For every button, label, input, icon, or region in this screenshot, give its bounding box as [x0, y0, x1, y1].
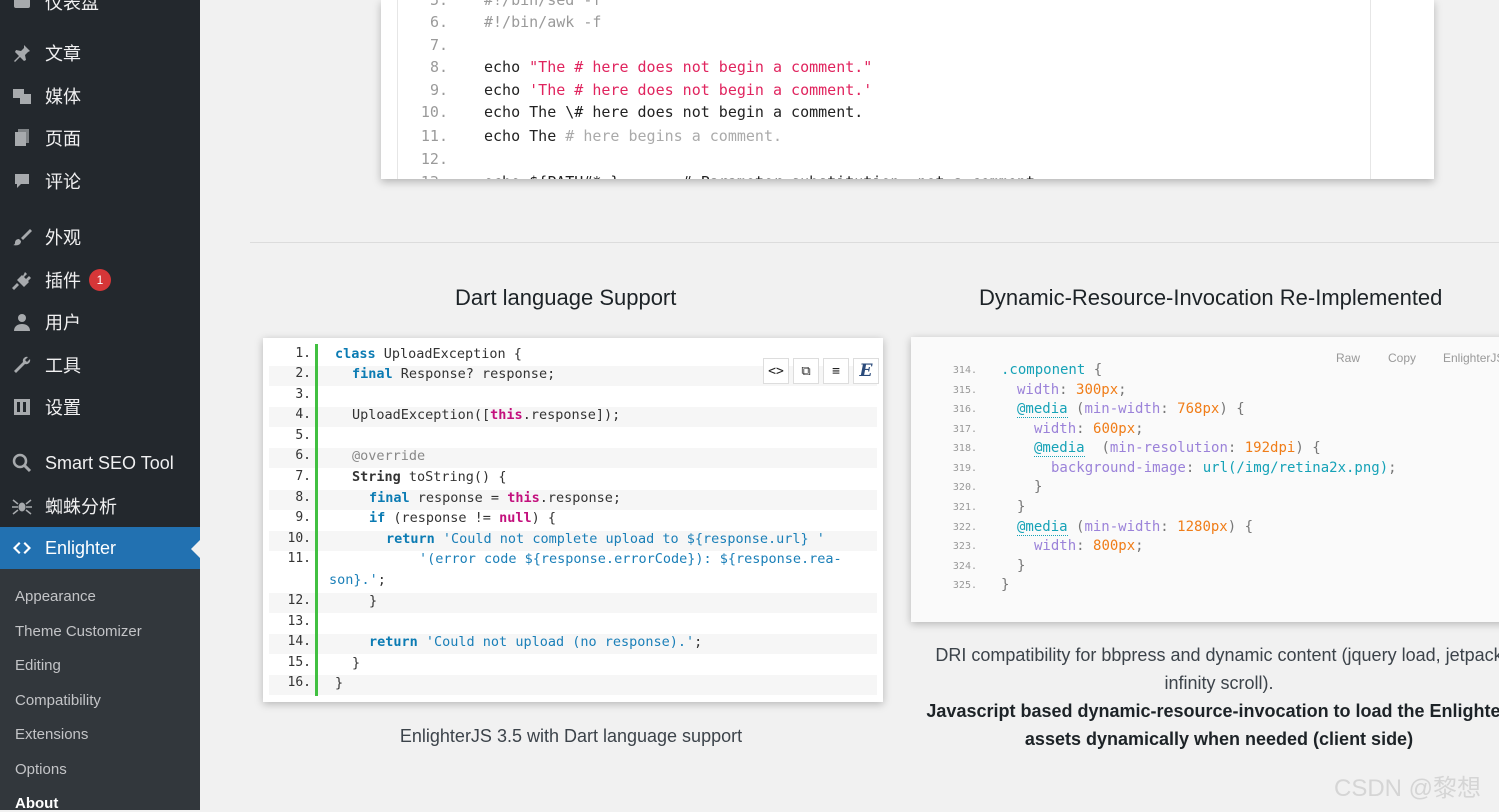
sidebar-item-plugins[interactable]: 插件 1 — [0, 259, 200, 301]
section-divider — [250, 242, 1499, 243]
submenu-item-extensions[interactable]: Extensions — [15, 726, 88, 743]
copy-button[interactable]: Copy — [1388, 351, 1416, 365]
sidebar-item-label: 设置 — [45, 398, 81, 418]
enlighter-logo-button[interactable]: E — [853, 358, 879, 384]
seo-icon — [11, 452, 33, 474]
pin-icon — [11, 42, 33, 64]
code-text-line-8: echo "The # here does not begin a commen… — [484, 58, 873, 76]
submenu-item-editing[interactable]: Editing — [15, 657, 61, 674]
sidebar-item-label: 蜘蛛分析 — [45, 497, 117, 517]
view-source-button[interactable]: <> — [763, 358, 789, 384]
code-line: 5. — [295, 428, 311, 443]
code-line: 7. String toString() { — [295, 469, 507, 485]
sidebar-item-users[interactable]: 用户 — [0, 301, 200, 343]
user-icon — [11, 311, 33, 333]
dri-caption-line-2: infinity scroll). — [1164, 673, 1274, 693]
media-icon — [11, 85, 33, 107]
dart-caption: EnlighterJS 3.5 with Dart language suppo… — [399, 726, 743, 746]
code-line: 10. return 'Could not complete upload to … — [269, 531, 877, 551]
sidebar-item-media[interactable]: 媒体 — [0, 75, 200, 117]
submenu-item-about[interactable]: About — [15, 795, 58, 812]
sidebar-item-settings[interactable]: 设置 — [0, 386, 200, 428]
code-line: 13. — [287, 614, 311, 629]
submenu-item-theme-customizer[interactable]: Theme Customizer — [15, 623, 142, 640]
dart-section-title: Dart language Support — [455, 285, 677, 310]
submenu-item-appearance[interactable]: Appearance — [15, 588, 96, 605]
code-line: 3. — [295, 387, 311, 402]
code-icon — [11, 537, 33, 559]
code-line: 16.} — [269, 675, 877, 695]
comment-icon — [11, 170, 33, 192]
sidebar-item-tools[interactable]: 工具 — [0, 344, 200, 386]
css-code-example: Raw Copy EnlighterJS 314. .component { 31… — [911, 337, 1499, 622]
raw-text-button[interactable]: ≡ — [823, 358, 849, 384]
code-toolbar: <> ⧉ ≡ E — [763, 358, 879, 384]
brush-icon — [11, 226, 33, 248]
code-line: 11. '(error code ${response.errorCode}): … — [287, 551, 842, 588]
code-line: 15.} — [287, 655, 361, 671]
wrench-icon — [11, 354, 33, 376]
dri-section-title: Dynamic-Resource-Invocation Re-Implement… — [979, 285, 1443, 310]
sidebar-item-smart-seo-tool[interactable]: Smart SEO Tool — [0, 442, 200, 484]
sidebar-item-dashboard[interactable]: 仪表盘 — [0, 0, 200, 23]
submenu-item-compatibility[interactable]: Compatibility — [15, 692, 101, 709]
sidebar-item-appearance[interactable]: 外观 — [0, 216, 200, 258]
dri-caption-line-1: DRI compatibility for bbpress and dynami… — [935, 645, 1499, 665]
sidebar-item-enlighter[interactable]: Enlighter — [0, 527, 200, 569]
sidebar-item-label: 仪表盘 — [45, 0, 99, 13]
line-number-gutter — [269, 344, 318, 696]
sidebar-item-label: 媒体 — [45, 87, 81, 107]
admin-sidebar: 仪表盘 文章 媒体 页面 评论 外观 插件 1 用户 工具 设置 Smart S… — [0, 0, 200, 812]
dri-caption-line-4: assets dynamically when needed (client s… — [1024, 729, 1414, 749]
sidebar-item-label: 插件 — [45, 271, 81, 291]
code-text-line-11: echo The # here begins a comment. — [484, 127, 783, 145]
active-indicator-arrow — [191, 540, 200, 558]
page-icon — [11, 127, 33, 149]
csdn-watermark: CSDN @黎想 — [1334, 775, 1482, 802]
enlighter-submenu: Appearance Theme Customizer Editing Comp… — [0, 569, 200, 812]
sidebar-item-spider-analysis[interactable]: 蜘蛛分析 — [0, 485, 200, 527]
dart-code-block: 1. class UploadException { 2. final Respon… — [269, 344, 879, 696]
sidebar-item-label: 工具 — [45, 356, 81, 376]
code-line: 4. UploadException([this.response]); — [269, 407, 877, 427]
code-line: 9. if (response != null) { — [295, 510, 556, 526]
copy-button[interactable]: ⧉ — [793, 358, 819, 384]
raw-button[interactable]: Raw — [1336, 351, 1360, 365]
spider-icon — [11, 495, 33, 517]
sidebar-item-label: 页面 — [45, 129, 81, 149]
settings-icon — [11, 396, 33, 418]
dri-caption-line-3: Javascript based dynamic-resource-invoca… — [926, 701, 1499, 721]
sidebar-item-comments[interactable]: 评论 — [0, 160, 200, 202]
shell-code-block: 5. #!/bin/sed -f 6. #!/bin/awk -f 7. 8. ech… — [397, 0, 1371, 179]
sidebar-item-posts[interactable]: 文章 — [0, 32, 200, 74]
sidebar-item-label: 评论 — [45, 172, 81, 192]
plugin-update-badge: 1 — [89, 269, 111, 291]
plugin-icon — [11, 269, 33, 291]
sidebar-item-pages[interactable]: 页面 — [0, 117, 200, 159]
dashboard-icon — [11, 0, 33, 13]
code-text-line-9: echo 'The # here does not begin a commen… — [484, 81, 873, 99]
code-line: 12.} — [269, 593, 877, 613]
sidebar-item-label: Smart SEO Tool — [45, 452, 174, 473]
submenu-item-options[interactable]: Options — [15, 761, 67, 778]
sidebar-item-label: 文章 — [45, 44, 81, 64]
enlighterjs-button[interactable]: EnlighterJS — [1443, 351, 1499, 365]
sidebar-item-label: 用户 — [45, 313, 81, 333]
shell-code-example: 5. #!/bin/sed -f 6. #!/bin/awk -f 7. 8. ech… — [381, 0, 1434, 179]
code-line: 8. final response = this.response; — [269, 490, 877, 510]
code-line: 6. @override — [269, 448, 877, 468]
sidebar-item-label: Enlighter — [45, 537, 117, 558]
code-line: 14. return 'Could not upload (no response… — [269, 634, 877, 654]
sidebar-item-label: 外观 — [45, 228, 81, 248]
dart-code-example: 1. class UploadException { 2. final Respon… — [263, 338, 883, 702]
